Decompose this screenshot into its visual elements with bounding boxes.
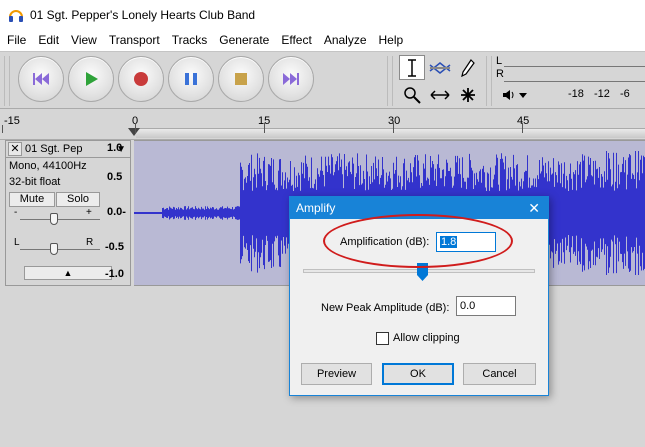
skip-to-start-button[interactable]	[18, 56, 64, 102]
meter-scale-label: -6	[620, 88, 630, 100]
pan-slider-track	[20, 249, 100, 250]
envelope-tool-icon[interactable]	[427, 55, 453, 80]
scale-label: -1.0	[105, 268, 124, 280]
track-bit-depth-info: 32-bit float	[9, 176, 61, 188]
ruler-tick	[2, 125, 3, 133]
multi-tool-icon[interactable]	[455, 82, 481, 107]
window-title: 01 Sgt. Pepper's Lonely Hearts Club Band	[30, 8, 256, 22]
pan-left-label: L	[14, 237, 20, 248]
menu-effect[interactable]: Effect	[275, 30, 317, 51]
record-button[interactable]	[118, 56, 164, 102]
allow-clipping-label[interactable]: Allow clipping	[393, 332, 460, 344]
meter-bar-right	[504, 81, 645, 82]
menu-bar: File Edit View Transport Tracks Generate…	[0, 30, 645, 51]
meter-bar-left	[504, 66, 645, 67]
scale-label: 0.0-	[107, 206, 126, 218]
draw-tool-icon[interactable]	[455, 55, 481, 80]
play-head-marker[interactable]	[128, 128, 140, 136]
scale-label: -0.5	[105, 241, 124, 253]
playback-meter[interactable]: L R -18 -12 -6	[494, 54, 645, 108]
toolbar-grip[interactable]	[4, 56, 10, 106]
new-peak-input[interactable]: 0.0	[456, 296, 516, 316]
close-track-icon[interactable]: ✕	[8, 142, 22, 156]
ruler-label: 45	[517, 115, 530, 127]
menu-tracks[interactable]: Tracks	[166, 30, 214, 51]
new-peak-value: 0.0	[460, 300, 476, 312]
pan-right-label: R	[86, 237, 94, 248]
ruler-label: 30	[388, 115, 401, 127]
menu-generate[interactable]: Generate	[213, 30, 275, 51]
preview-button[interactable]: Preview	[301, 363, 372, 385]
play-icon	[86, 72, 98, 86]
meter-scale-label: -18	[568, 88, 584, 100]
menu-analyze[interactable]: Analyze	[318, 30, 373, 51]
gain-minus-label: -	[14, 207, 18, 218]
mute-button[interactable]: Mute	[9, 192, 55, 207]
stop-icon	[235, 73, 247, 85]
ruler-tick	[135, 123, 136, 133]
track-name[interactable]: 01 Sgt. Pep	[25, 143, 116, 155]
toolbar: L R -18 -12 -6	[0, 51, 645, 108]
amplification-slider-thumb[interactable]	[417, 263, 428, 281]
allow-clipping-checkbox[interactable]	[376, 332, 389, 345]
meter-right-label: R	[496, 68, 504, 80]
ruler-tick	[393, 123, 394, 133]
collapse-track-button[interactable]: ▲	[24, 266, 112, 280]
time-shift-tool-icon[interactable]	[427, 82, 453, 107]
skip-to-start-icon	[33, 73, 49, 85]
ok-button[interactable]: OK	[382, 363, 454, 385]
menu-view[interactable]: View	[65, 30, 103, 51]
menu-file[interactable]: File	[0, 30, 32, 51]
menu-edit[interactable]: Edit	[32, 30, 65, 51]
play-button[interactable]	[68, 56, 114, 102]
amplification-value: 1.8	[440, 236, 458, 248]
skip-to-end-icon	[283, 73, 299, 85]
meter-scale-label: -12	[594, 88, 610, 100]
cancel-button[interactable]: Cancel	[463, 363, 536, 385]
ruler-tick	[522, 123, 523, 133]
headphones-icon	[9, 10, 23, 22]
close-icon[interactable]: ✕	[528, 200, 540, 217]
speaker-icon[interactable]	[502, 89, 528, 104]
pause-button[interactable]	[168, 56, 214, 102]
track-format-info: Mono, 44100Hz	[9, 160, 87, 172]
toolbar-grip[interactable]	[387, 56, 393, 106]
skip-to-end-button[interactable]	[268, 56, 314, 102]
gain-slider-thumb[interactable]	[50, 213, 58, 225]
amplification-label: Amplification (dB):	[340, 236, 430, 248]
meter-left-label: L	[496, 55, 503, 67]
gain-plus-label: +	[86, 207, 92, 218]
gain-slider-track	[20, 219, 100, 220]
scale-label: 1.0	[107, 142, 123, 154]
toolbar-grip[interactable]	[486, 56, 492, 106]
ruler-scrub-band[interactable]	[136, 128, 645, 138]
selection-tool-icon[interactable]	[399, 55, 425, 80]
new-peak-label: New Peak Amplitude (dB):	[321, 302, 450, 314]
amplify-dialog: Amplify ✕ Amplification (dB): 1.8 New Pe…	[289, 196, 549, 396]
pause-icon	[185, 73, 197, 85]
solo-button[interactable]: Solo	[56, 192, 100, 207]
dialog-title-bar[interactable]: Amplify	[290, 197, 548, 219]
title-bar: 01 Sgt. Pepper's Lonely Hearts Club Band	[0, 0, 645, 30]
zoom-tool-icon[interactable]	[399, 82, 425, 107]
dialog-title: Amplify	[296, 201, 336, 215]
scale-label: 0.5	[107, 171, 123, 183]
ruler-tick	[264, 123, 265, 133]
menu-help[interactable]: Help	[373, 30, 410, 51]
amplification-input[interactable]: 1.8	[436, 232, 496, 252]
collapse-arrow-icon: ▲	[63, 268, 73, 278]
pan-slider-thumb[interactable]	[50, 243, 58, 255]
timeline-ruler[interactable]: -15 0 15 30 45	[0, 108, 645, 140]
tools-toolbar	[398, 54, 482, 108]
menu-transport[interactable]: Transport	[103, 30, 166, 51]
record-icon	[134, 72, 148, 86]
ruler-label: -15	[4, 115, 20, 127]
stop-button[interactable]	[218, 56, 264, 102]
